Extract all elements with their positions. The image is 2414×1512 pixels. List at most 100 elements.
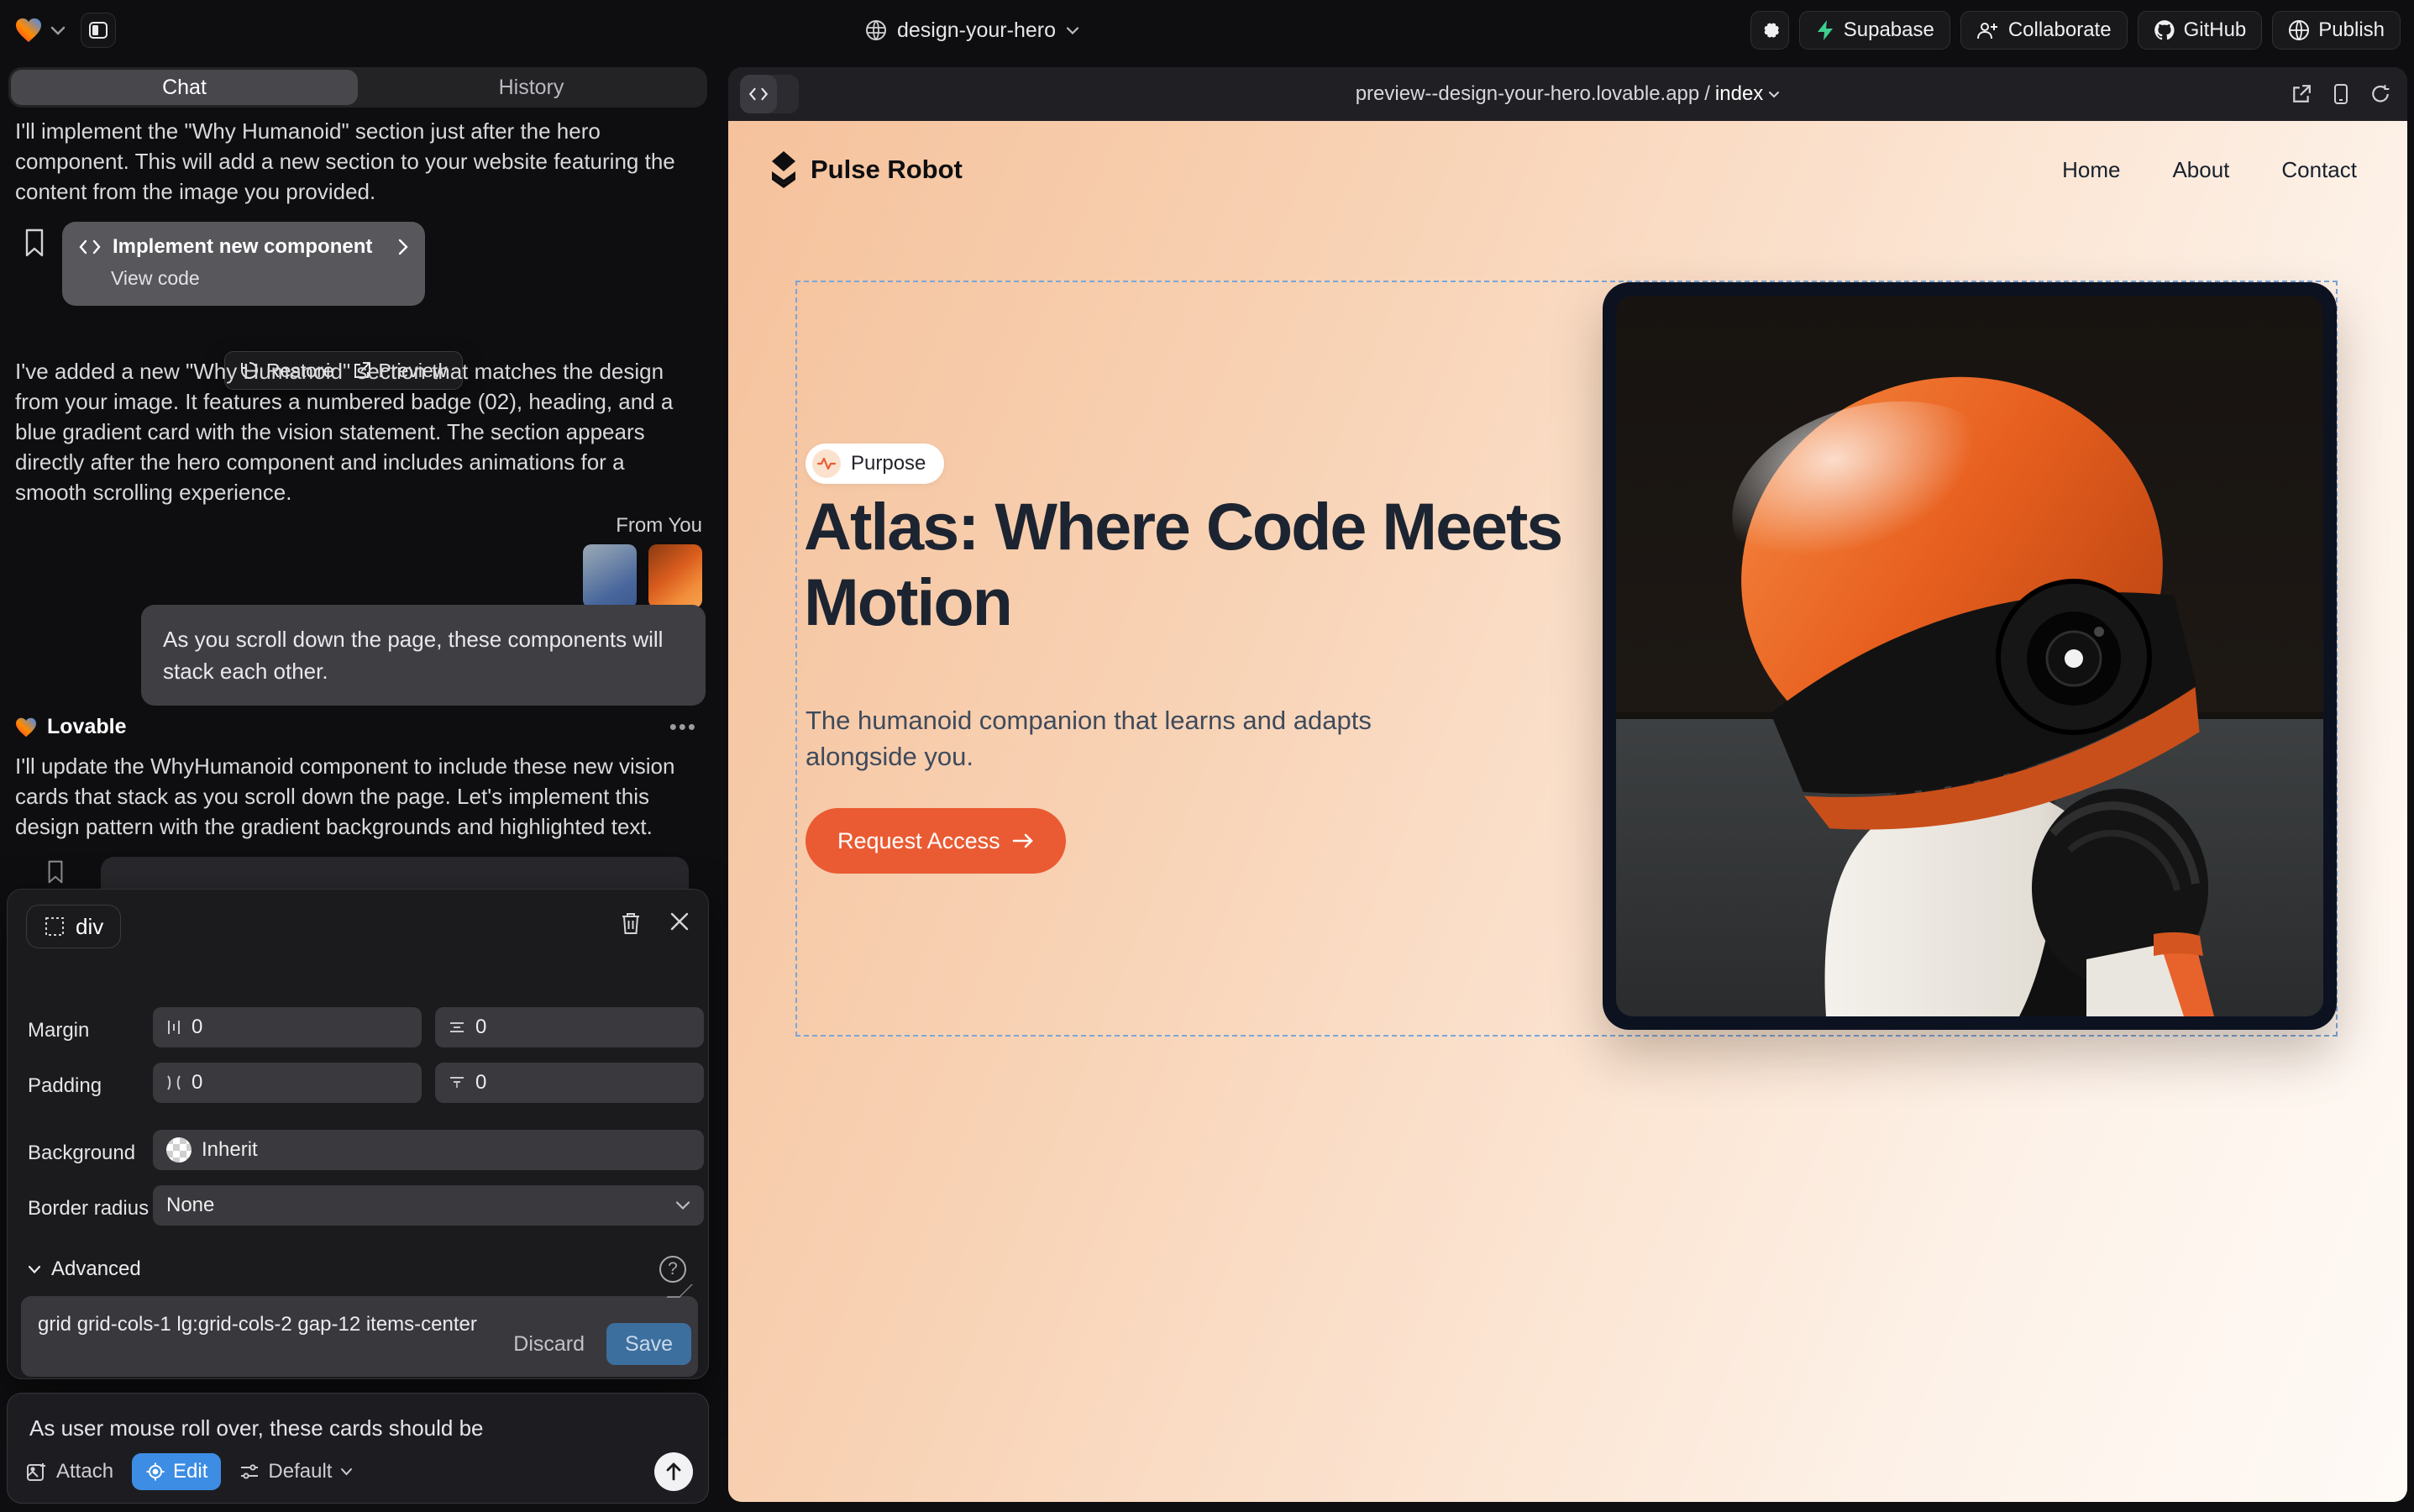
padding-y-input[interactable]: 0 (435, 1063, 704, 1103)
composer-input[interactable]: As user mouse roll over, these cards sho… (29, 1415, 484, 1441)
hero-robot-card (1603, 282, 2337, 1030)
arrow-right-icon (1012, 832, 1034, 849)
hero-badge: Purpose (806, 444, 944, 484)
attachment-thumbnail-orange[interactable] (648, 544, 702, 608)
globe-icon (865, 19, 887, 41)
margin-label: Margin (28, 1019, 89, 1042)
chevron-down-icon (675, 1200, 690, 1210)
code-icon (79, 239, 101, 255)
assistant-name: Lovable (47, 715, 126, 739)
chevron-down-icon (1768, 91, 1780, 98)
padding-vertical-icon (449, 1075, 465, 1090)
hero-heading: Atlas: Where Code Meets Motion (804, 489, 1652, 640)
assistant-message-2: I've added a new "Why Humanoid" section … (15, 356, 697, 507)
chevron-down-icon (340, 1467, 353, 1476)
chevron-down-icon (28, 1265, 41, 1274)
tab-chat[interactable]: Chat (11, 70, 358, 105)
tab-history[interactable]: History (358, 70, 705, 105)
lovable-app: design-your-hero Supabase Collaborate Gi… (0, 0, 2414, 1512)
chat-mode-select[interactable]: Default (239, 1460, 353, 1483)
settings-button[interactable] (1750, 11, 1789, 50)
selected-element-chip[interactable]: div (26, 905, 121, 948)
from-you-label: From You (616, 514, 702, 538)
lovable-logo-icon[interactable] (15, 18, 42, 43)
supabase-label: Supabase (1844, 18, 1934, 42)
edit-mode-button[interactable]: Edit (132, 1453, 221, 1490)
preview-url-bar[interactable]: preview--design-your-hero.lovable.app / … (728, 67, 2407, 121)
url-separator: / (1704, 82, 1710, 106)
chat-composer[interactable]: As user mouse roll over, these cards sho… (7, 1393, 709, 1504)
site-brand-name: Pulse Robot (811, 155, 963, 185)
delete-element-icon[interactable] (621, 911, 641, 935)
element-tag: div (76, 914, 103, 940)
margin-y-input[interactable]: 0 (435, 1007, 704, 1047)
hero-subtitle: The humanoid companion that learns and a… (806, 702, 1452, 774)
border-radius-label: Border radius (28, 1197, 149, 1221)
border-radius-select[interactable]: None (153, 1185, 704, 1226)
margin-y-value: 0 (475, 1016, 486, 1039)
toggle-sidebar-button[interactable] (81, 13, 116, 48)
advanced-section-toggle[interactable]: Advanced (28, 1257, 141, 1281)
nav-home[interactable]: Home (2062, 157, 2120, 183)
github-label: GitHub (2184, 18, 2247, 42)
margin-horizontal-icon (166, 1019, 181, 1036)
project-name: design-your-hero (897, 18, 1056, 43)
publish-button[interactable]: Publish (2272, 11, 2401, 50)
preview-panel: preview--design-your-hero.lovable.app / … (728, 67, 2407, 1502)
site-logo[interactable]: Pulse Robot (769, 151, 963, 188)
sliders-icon (239, 1462, 260, 1481)
element-inspector-panel: div Margin 0 0 Padding 0 (7, 889, 709, 1379)
transparent-swatch-icon (166, 1137, 192, 1163)
padding-x-input[interactable]: 0 (153, 1063, 422, 1103)
attachment-thumbnail-blue[interactable] (583, 544, 637, 608)
margin-x-input[interactable]: 0 (153, 1007, 422, 1047)
background-input[interactable]: Inherit (153, 1130, 704, 1170)
edit-label: Edit (173, 1460, 207, 1483)
chat-history-tabs: Chat History (8, 67, 707, 108)
user-message-bubble: As you scroll down the page, these compo… (141, 605, 706, 706)
request-access-button[interactable]: Request Access (806, 808, 1066, 874)
nav-about[interactable]: About (2172, 157, 2229, 183)
chevron-right-icon (398, 239, 408, 255)
save-button[interactable]: Save (606, 1323, 691, 1365)
help-icon[interactable]: ? (659, 1256, 686, 1283)
background-value: Inherit (202, 1138, 258, 1162)
attach-image-icon (26, 1462, 48, 1482)
mobile-view-icon[interactable] (2333, 83, 2348, 105)
collaborate-button[interactable]: Collaborate (1960, 11, 2128, 50)
preview-site: Pulse Robot Home About Contact Purpose A… (728, 121, 2407, 1502)
sidebar-icon (88, 20, 108, 40)
pulse-robot-logo-icon (769, 151, 799, 188)
open-in-new-tab-icon[interactable] (2291, 84, 2312, 104)
supabase-button[interactable]: Supabase (1799, 11, 1950, 50)
refresh-icon[interactable] (2370, 84, 2390, 104)
preview-url: preview--design-your-hero.lovable.app (1356, 82, 1700, 106)
collaborate-label: Collaborate (2008, 18, 2112, 42)
view-code-link[interactable]: View code (111, 267, 408, 290)
lovable-heart-icon (15, 717, 37, 738)
workspace-chevron-down-icon[interactable] (50, 25, 66, 35)
github-button[interactable]: GitHub (2138, 11, 2263, 50)
project-switcher[interactable]: design-your-hero (865, 0, 1079, 60)
padding-x-value: 0 (192, 1071, 202, 1095)
bookmark-icon[interactable] (24, 228, 45, 257)
padding-label: Padding (28, 1074, 102, 1098)
send-button[interactable] (654, 1452, 693, 1491)
nav-contact[interactable]: Contact (2281, 157, 2357, 183)
border-radius-value: None (166, 1194, 214, 1217)
assistant-message-1: I'll implement the "Why Humanoid" sectio… (15, 116, 697, 207)
message-menu-button[interactable]: ••• (669, 714, 697, 740)
attach-button[interactable]: Attach (26, 1460, 113, 1483)
hero-badge-label: Purpose (851, 452, 926, 475)
bookmark-icon (46, 860, 65, 884)
top-bar: design-your-hero Supabase Collaborate Gi… (0, 0, 2414, 60)
advanced-label: Advanced (51, 1257, 141, 1281)
margin-vertical-icon (449, 1020, 465, 1035)
discard-button[interactable]: Discard (513, 1332, 585, 1357)
close-inspector-icon[interactable] (669, 911, 690, 932)
component-card-title: Implement new component (113, 235, 372, 259)
component-card[interactable]: Implement new component View code (62, 222, 425, 306)
project-chevron-down-icon (1066, 26, 1079, 35)
pulse-icon (817, 457, 836, 470)
padding-y-value: 0 (475, 1071, 486, 1095)
